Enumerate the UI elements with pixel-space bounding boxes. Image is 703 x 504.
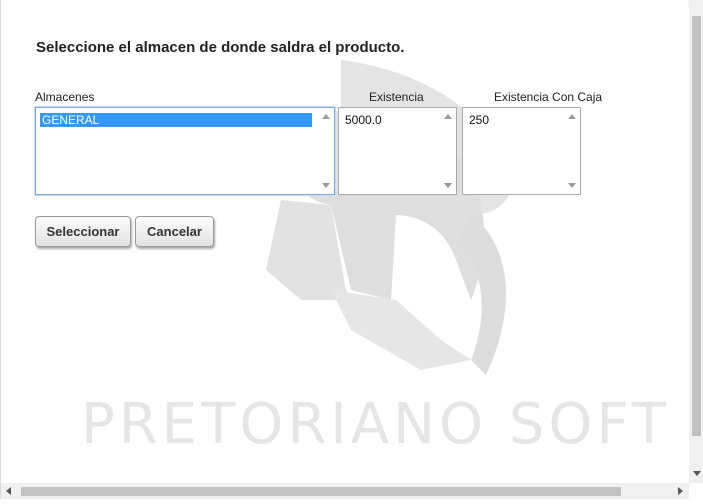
existencia-label: Existencia: [369, 90, 424, 104]
existencia-listbox[interactable]: 5000.0: [338, 107, 457, 195]
chevron-down-icon[interactable]: [568, 183, 576, 188]
select-button[interactable]: Seleccionar: [35, 216, 131, 247]
scrollbar-thumb[interactable]: [692, 16, 701, 436]
almacenes-label: Almacenes: [35, 90, 95, 104]
watermark: PRETORIANO SOFT: [1, 0, 703, 499]
listbox-scrollbar[interactable]: [565, 109, 579, 193]
listbox-scrollbar[interactable]: [441, 109, 455, 193]
page-vertical-scrollbar[interactable]: [689, 0, 703, 483]
page-horizontal-scrollbar[interactable]: [1, 483, 689, 499]
chevron-down-icon[interactable]: [322, 183, 330, 188]
chevron-left-icon[interactable]: [6, 487, 11, 495]
chevron-down-icon[interactable]: [444, 183, 452, 188]
chevron-up-icon[interactable]: [444, 114, 452, 119]
existencia-caja-listbox[interactable]: 250: [462, 107, 581, 195]
spartan-helmet-icon: [266, 60, 512, 375]
list-item[interactable]: GENERAL: [40, 113, 312, 127]
watermark-text: PRETORIANO SOFT: [81, 392, 670, 457]
select-warehouse-dialog: PRETORIANO SOFT Seleccione el almacen de…: [0, 0, 703, 499]
chevron-up-icon[interactable]: [322, 114, 330, 119]
scrollbar-thumb[interactable]: [21, 487, 621, 496]
list-item[interactable]: 5000.0: [343, 113, 384, 127]
list-item[interactable]: 250: [467, 113, 491, 127]
dialog-heading: Seleccione el almacen de donde saldra el…: [36, 39, 405, 56]
chevron-right-icon[interactable]: [678, 487, 683, 495]
chevron-down-icon[interactable]: [693, 471, 701, 476]
listbox-scrollbar[interactable]: [319, 109, 333, 193]
cancel-button[interactable]: Cancelar: [135, 216, 214, 247]
almacenes-listbox[interactable]: GENERAL: [35, 107, 335, 195]
chevron-up-icon[interactable]: [568, 114, 576, 119]
existencia-caja-label: Existencia Con Caja: [494, 90, 603, 104]
